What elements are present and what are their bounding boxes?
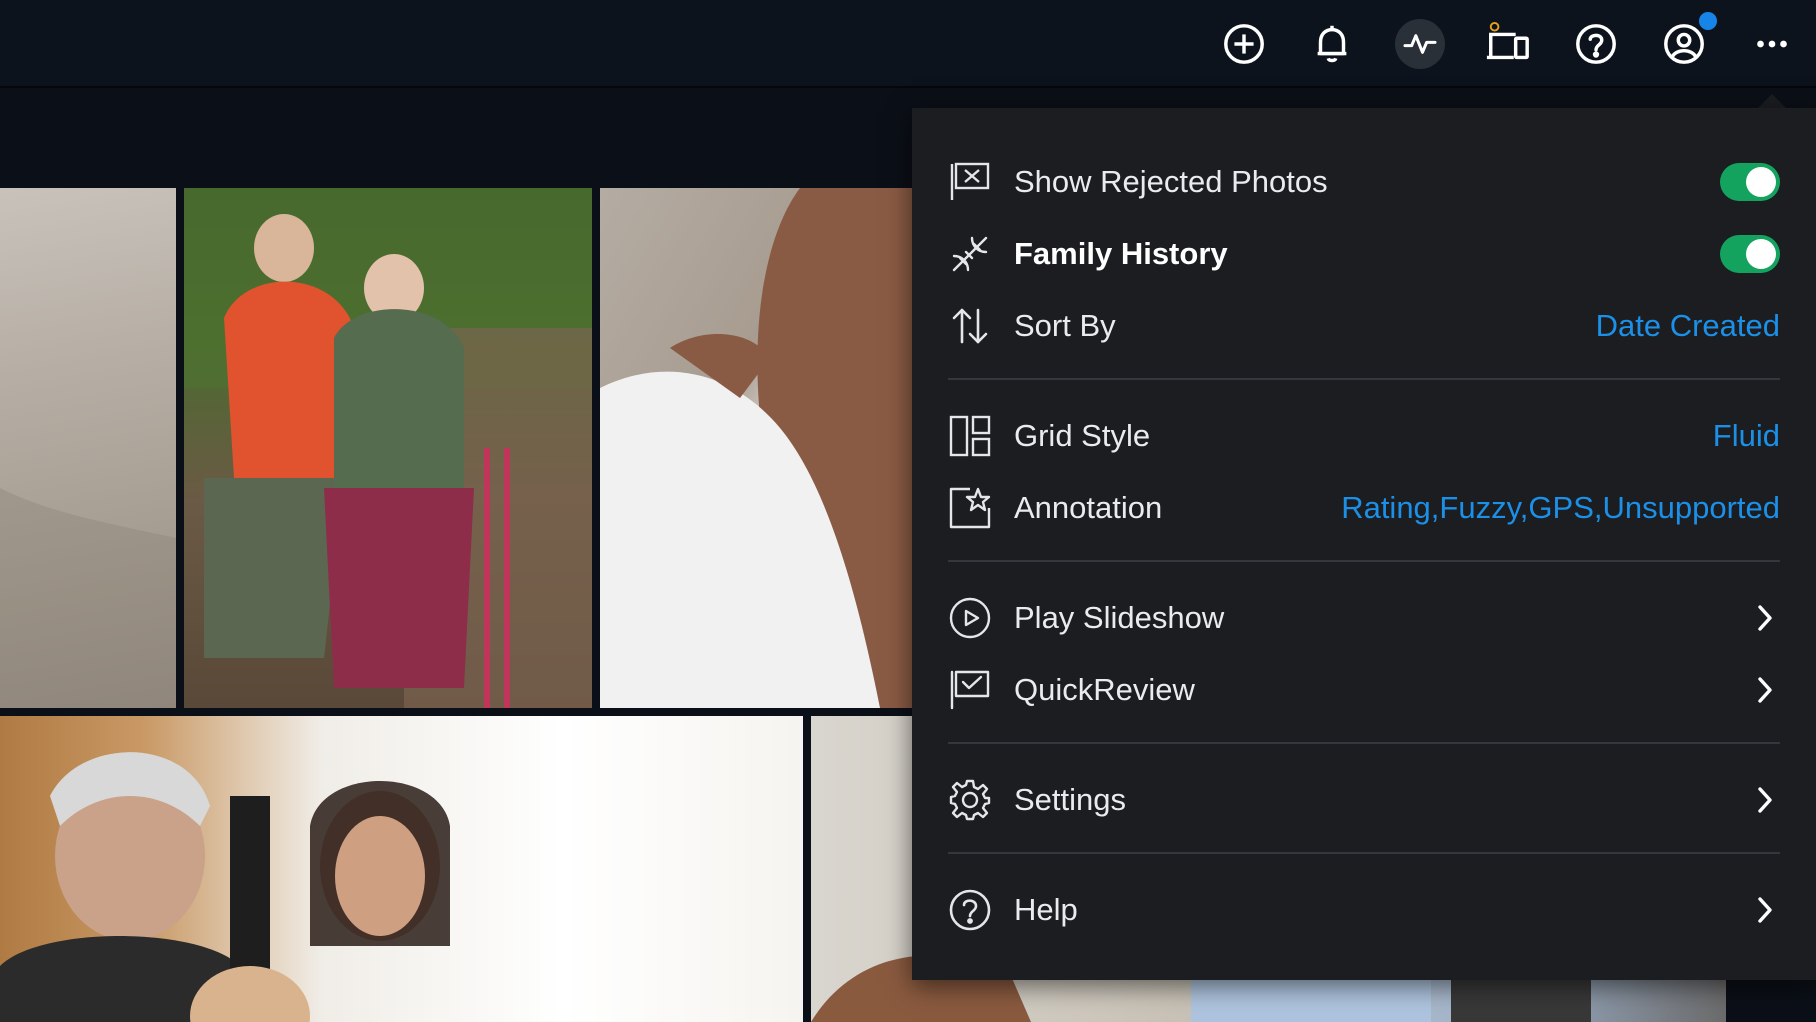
activity-button[interactable] [1392, 16, 1448, 72]
photo-image [0, 752, 450, 1022]
more-options-menu: Show Rejected Photos Family History Sort… [912, 108, 1816, 980]
grid-style-value[interactable]: Fluid [1713, 418, 1780, 454]
activity-icon [1403, 34, 1437, 54]
show-rejected-photos-toggle[interactable] [1720, 163, 1780, 201]
settings-label: Settings [1014, 782, 1127, 817]
devices-icon [1486, 21, 1529, 60]
more-icon [1757, 40, 1787, 48]
menu-item-family-history[interactable]: Family History [948, 224, 1780, 284]
devices-button[interactable] [1480, 16, 1536, 72]
help-button[interactable] [1568, 16, 1624, 72]
sort-by-label: Sort By [1014, 308, 1116, 343]
menu-divider [948, 742, 1780, 744]
chevron-right-icon [1750, 603, 1780, 633]
dna-icon [948, 232, 992, 276]
notifications-button[interactable] [1304, 16, 1360, 72]
photo-thumbnail[interactable] [184, 188, 592, 708]
more-button[interactable] [1744, 16, 1800, 72]
grid-style-icon [948, 414, 992, 458]
help-icon [1576, 24, 1616, 64]
bell-icon [1317, 25, 1347, 63]
help-icon [948, 888, 992, 932]
menu-divider [948, 852, 1780, 854]
annotation-star-icon [948, 486, 992, 530]
activity-badge [1395, 19, 1445, 69]
rejected-flag-icon [948, 160, 992, 204]
annotation-label: Annotation [1014, 490, 1163, 525]
menu-item-sort-by[interactable]: Sort By Date Created [948, 296, 1780, 356]
menu-item-show-rejected-photos[interactable]: Show Rejected Photos [948, 152, 1780, 212]
top-toolbar [0, 0, 1816, 88]
play-slideshow-label: Play Slideshow [1014, 600, 1225, 635]
chevron-right-icon [1750, 785, 1780, 815]
show-rejected-photos-label: Show Rejected Photos [1014, 164, 1328, 199]
photo-thumbnail[interactable] [0, 716, 803, 1022]
chevron-right-icon [1750, 675, 1780, 705]
add-icon [1224, 24, 1264, 64]
notification-dot [1695, 8, 1721, 34]
menu-item-annotation[interactable]: Annotation Rating,Fuzzy,GPS,Unsupported [948, 478, 1780, 538]
menu-item-settings[interactable]: Settings [948, 770, 1780, 830]
add-button[interactable] [1216, 16, 1272, 72]
quickreview-label: QuickReview [1014, 672, 1195, 707]
photo-image [600, 188, 912, 708]
play-icon [948, 596, 992, 640]
quickreview-flag-icon [948, 668, 992, 712]
menu-item-grid-style[interactable]: Grid Style Fluid [948, 406, 1780, 466]
menu-item-quickreview[interactable]: QuickReview [948, 660, 1780, 720]
chevron-right-icon [1750, 895, 1780, 925]
annotation-value[interactable]: Rating,Fuzzy,GPS,Unsupported [1341, 490, 1780, 526]
photo-thumbnail[interactable] [0, 188, 176, 708]
photo-image [0, 488, 176, 708]
sort-icon [948, 304, 992, 348]
menu-item-play-slideshow[interactable]: Play Slideshow [948, 588, 1780, 648]
help-label: Help [1014, 892, 1078, 927]
gear-icon [948, 778, 992, 822]
family-history-toggle[interactable] [1720, 235, 1780, 273]
photo-thumbnail[interactable] [600, 188, 912, 708]
menu-divider [948, 378, 1780, 380]
family-history-label: Family History [1014, 236, 1228, 271]
menu-item-help[interactable]: Help [948, 880, 1780, 940]
toggle-knob [1746, 239, 1776, 269]
toggle-knob [1746, 167, 1776, 197]
menu-divider [948, 560, 1780, 562]
grid-style-label: Grid Style [1014, 418, 1151, 453]
sort-by-value[interactable]: Date Created [1596, 308, 1780, 344]
photo-image [184, 188, 592, 708]
